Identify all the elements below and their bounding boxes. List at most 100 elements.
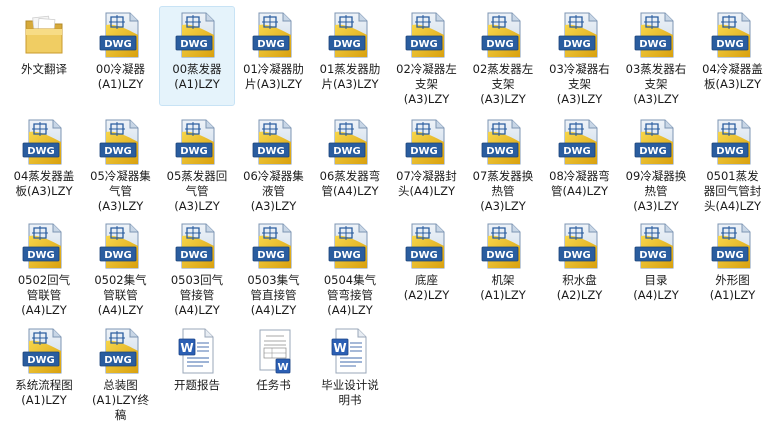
file-item[interactable]: DWG 0503集气 管直接管 (A4)LZY — [236, 217, 312, 317]
svg-text:DWG: DWG — [333, 250, 361, 261]
dwg-file-icon: DWG — [556, 11, 604, 59]
svg-text:DWG: DWG — [410, 39, 438, 50]
dwg-file-icon: DWG — [403, 11, 451, 59]
file-item[interactable]: DWG 02蒸发器左 支架 (A3)LZY — [465, 6, 541, 106]
folder-icon — [20, 11, 68, 59]
svg-text:DWG: DWG — [563, 250, 591, 261]
word-doc-icon: W — [326, 327, 374, 375]
dwg-file-icon: DWG — [709, 118, 757, 166]
dwg-file-icon: DWG — [632, 11, 680, 59]
file-item[interactable]: DWG 0504集气 管弯接管 (A4)LZY — [312, 217, 388, 317]
file-item-label: 02冷凝器左 支架 (A3)LZY — [396, 62, 457, 106]
file-item[interactable]: DWG 04蒸发器盖 板(A3)LZY — [6, 113, 82, 213]
svg-text:DWG: DWG — [257, 39, 285, 50]
svg-text:DWG: DWG — [180, 146, 208, 157]
dwg-file-icon: DWG — [326, 222, 374, 270]
file-item[interactable]: DWG 07蒸发器换 热管 (A3)LZY — [465, 113, 541, 213]
svg-text:DWG: DWG — [257, 146, 285, 157]
dwg-file-icon: DWG — [403, 118, 451, 166]
file-item[interactable]: DWG 04冷凝器盖 板(A3)LZY — [695, 6, 765, 106]
file-item-label: 毕业设计说 明书 — [321, 378, 379, 407]
svg-text:DWG: DWG — [639, 250, 667, 261]
dwg-file-icon: DWG — [479, 222, 527, 270]
file-icon-grid: 外文翻译 DWG 00冷凝器 (A1)LZY DWG 00蒸发器 (A1)LZY… — [0, 0, 765, 435]
file-item-label: 积水盘 (A2)LZY — [556, 273, 603, 302]
svg-text:DWG: DWG — [27, 355, 55, 366]
file-item[interactable]: DWG 01冷凝器肋 片(A3)LZY — [236, 6, 312, 106]
file-item-label: 0503集气 管直接管 (A4)LZY — [247, 273, 300, 317]
file-item[interactable]: DWG 0502集气 管联管 (A4)LZY — [83, 217, 159, 317]
file-item[interactable]: DWG 外形图 (A1)LZY — [695, 217, 765, 317]
svg-text:DWG: DWG — [563, 39, 591, 50]
word-doc-preview-icon: W — [250, 327, 298, 375]
file-item[interactable]: DWG 07冷凝器封 头(A4)LZY — [389, 113, 465, 213]
file-item-label: 任务书 — [256, 378, 291, 392]
file-item[interactable]: DWG 底座 (A2)LZY — [389, 217, 465, 317]
dwg-file-icon: DWG — [479, 11, 527, 59]
file-item-label: 07冷凝器封 头(A4)LZY — [396, 169, 457, 198]
file-item-label: 外形图 (A1)LZY — [709, 273, 756, 302]
file-item-label: 0503回气 管接管 (A4)LZY — [170, 273, 224, 317]
file-item[interactable]: DWG 06冷凝器集 液管 (A3)LZY — [236, 113, 312, 213]
file-item[interactable]: DWG 0503回气 管接管 (A4)LZY — [159, 217, 235, 317]
file-item[interactable]: DWG 总装图 (A1)LZY终 稿 — [83, 322, 159, 422]
svg-text:DWG: DWG — [410, 250, 438, 261]
dwg-file-icon: DWG — [97, 11, 145, 59]
dwg-file-icon: DWG — [250, 11, 298, 59]
file-item[interactable]: DWG 00冷凝器 (A1)LZY — [83, 6, 159, 106]
file-item[interactable]: DWG 08冷凝器弯 管(A4)LZY — [542, 113, 618, 213]
file-item-label: 09冷凝器换 热管 (A3)LZY — [625, 169, 687, 213]
file-item-label: 机架 (A1)LZY — [480, 273, 526, 302]
file-item-label: 01蒸发器肋 片(A3)LZY — [319, 62, 381, 91]
file-item[interactable]: DWG 0501蒸发 器回气管封 头(A4)LZY — [695, 113, 765, 213]
dwg-file-icon: DWG — [479, 118, 527, 166]
dwg-file-icon: DWG — [250, 118, 298, 166]
svg-text:DWG: DWG — [333, 39, 361, 50]
file-item[interactable]: DWG 积水盘 (A2)LZY — [542, 217, 618, 317]
dwg-file-icon: DWG — [97, 327, 145, 375]
file-item-label: 07蒸发器换 热管 (A3)LZY — [472, 169, 534, 213]
svg-text:DWG: DWG — [257, 250, 285, 261]
file-item-label: 0501蒸发 器回气管封 头(A4)LZY — [703, 169, 762, 213]
file-item[interactable]: DWG 01蒸发器肋 片(A3)LZY — [312, 6, 388, 106]
dwg-file-icon: DWG — [326, 11, 374, 59]
svg-text:DWG: DWG — [486, 146, 514, 157]
file-item[interactable]: DWG 05冷凝器集 气管 (A3)LZY — [83, 113, 159, 213]
svg-text:DWG: DWG — [180, 250, 208, 261]
file-item[interactable]: DWG 09冷凝器换 热管 (A3)LZY — [618, 113, 694, 213]
svg-text:DWG: DWG — [486, 250, 514, 261]
file-item-label: 外文翻译 — [21, 62, 67, 76]
svg-text:DWG: DWG — [639, 39, 667, 50]
file-item-label: 系统流程图 (A1)LZY — [15, 378, 73, 407]
file-item[interactable]: DWG 目录 (A4)LZY — [618, 217, 694, 317]
svg-text:DWG: DWG — [27, 146, 55, 157]
file-item[interactable]: DWG 05蒸发器回 气管 (A3)LZY — [159, 113, 235, 213]
file-item[interactable]: DWG 系统流程图 (A1)LZY — [6, 322, 82, 422]
file-item[interactable]: DWG 03冷凝器右 支架 (A3)LZY — [542, 6, 618, 106]
file-item-label: 开题报告 — [174, 378, 220, 392]
file-item[interactable]: W 任务书 — [236, 322, 312, 422]
file-item[interactable]: W 毕业设计说 明书 — [312, 322, 388, 422]
file-item-label: 03蒸发器右 支架 (A3)LZY — [625, 62, 687, 106]
file-item[interactable]: DWG 03蒸发器右 支架 (A3)LZY — [618, 6, 694, 106]
svg-text:DWG: DWG — [104, 355, 132, 366]
file-item-label: 0504集气 管弯接管 (A4)LZY — [323, 273, 377, 317]
file-item-label: 06冷凝器集 液管 (A3)LZY — [243, 169, 304, 213]
svg-text:DWG: DWG — [716, 146, 744, 157]
file-item[interactable]: DWG 02冷凝器左 支架 (A3)LZY — [389, 6, 465, 106]
file-item[interactable]: DWG 机架 (A1)LZY — [465, 217, 541, 317]
dwg-file-icon: DWG — [632, 222, 680, 270]
svg-text:DWG: DWG — [486, 39, 514, 50]
file-item-label: 04冷凝器盖 板(A3)LZY — [702, 62, 763, 91]
dwg-file-icon: DWG — [97, 222, 145, 270]
file-item[interactable]: W 开题报告 — [159, 322, 235, 422]
file-item[interactable]: 外文翻译 — [6, 6, 82, 106]
svg-text:DWG: DWG — [104, 146, 132, 157]
file-item[interactable]: DWG 00蒸发器 (A1)LZY — [159, 6, 235, 106]
dwg-file-icon: DWG — [403, 222, 451, 270]
dwg-file-icon: DWG — [709, 11, 757, 59]
file-item[interactable]: DWG 06蒸发器弯 管(A4)LZY — [312, 113, 388, 213]
dwg-file-icon: DWG — [173, 118, 221, 166]
file-item-label: 04蒸发器盖 板(A3)LZY — [13, 169, 75, 198]
file-item[interactable]: DWG 0502回气 管联管 (A4)LZY — [6, 217, 82, 317]
